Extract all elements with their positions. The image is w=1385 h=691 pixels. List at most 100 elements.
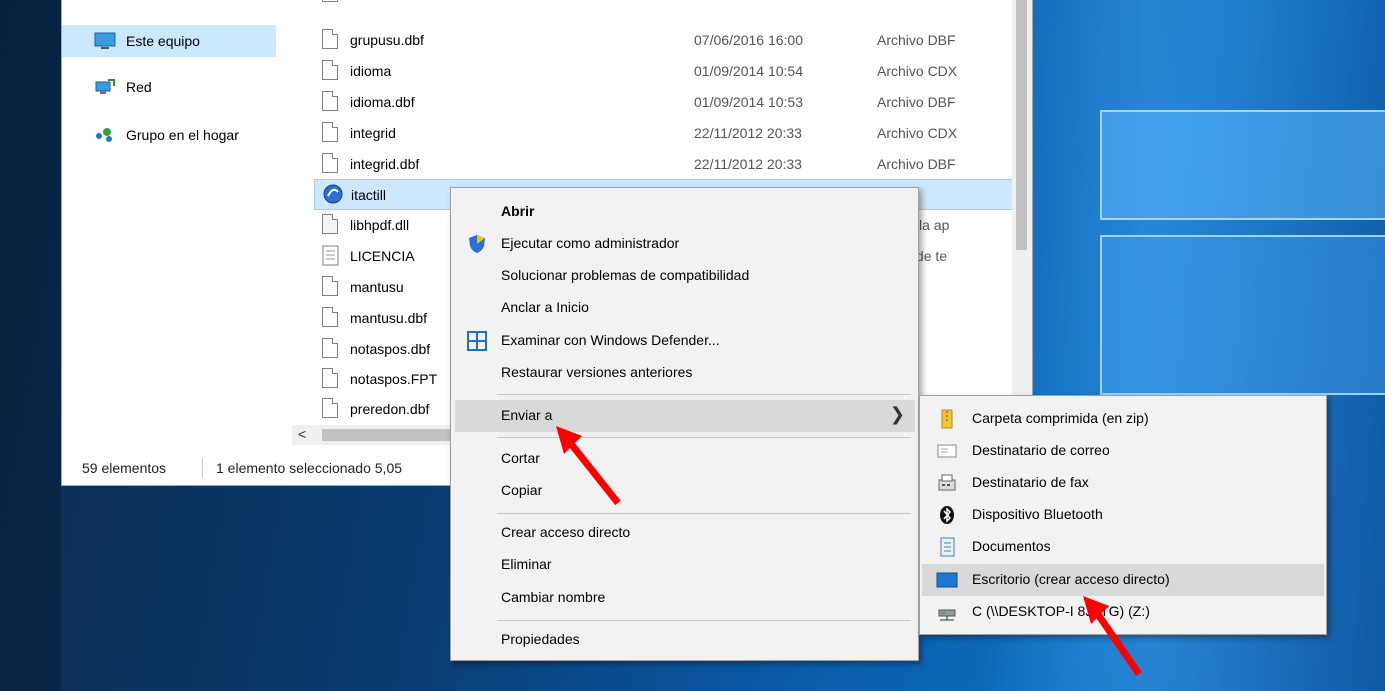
menu-separator <box>497 394 911 395</box>
bluetooth-icon <box>936 505 958 525</box>
application-icon <box>323 184 343 206</box>
menu-item-label: Anclar a Inicio <box>501 299 589 315</box>
nav-item-label: Grupo en el hogar <box>126 127 239 143</box>
nav-item-red[interactable]: Red <box>62 71 276 103</box>
submenu-item-label: Documentos <box>972 538 1051 554</box>
menu-item-pin-start[interactable]: Anclar a Inicio <box>455 292 915 324</box>
menu-item-copiar[interactable]: Copiar <box>455 475 915 507</box>
menu-item-create-shortcut[interactable]: Crear acceso directo <box>455 517 915 549</box>
nav-item-este-equipo[interactable]: Este equipo <box>62 25 276 57</box>
file-date: 22/11/2012 20:33 <box>694 156 802 172</box>
desktop-icon <box>936 570 958 590</box>
chevron-right-icon: ❯ <box>889 404 905 424</box>
file-name: notaspos.dbf <box>350 341 431 357</box>
menu-item-properties[interactable]: Propiedades <box>455 624 915 656</box>
menu-item-compatibility[interactable]: Solucionar problemas de compatibilidad <box>455 260 915 292</box>
menu-item-label: Abrir <box>501 203 535 219</box>
file-date: 07/06/2016 16:00 <box>694 32 803 48</box>
file-date: 22/11/2012 20:33 <box>694 125 802 141</box>
file-date: 01/09/2014 10:53 <box>694 94 803 110</box>
document-icon <box>322 368 340 390</box>
submenu-item-mail[interactable]: Destinatario de correo <box>922 435 1324 467</box>
monitor-icon <box>94 32 116 50</box>
file-name: libhpdf.dll <box>350 217 410 233</box>
document-icon <box>322 122 340 144</box>
annotation-arrow-icon <box>556 426 621 506</box>
submenu-item-label: Destinatario de fax <box>972 474 1089 490</box>
text-icon <box>322 245 340 267</box>
vertical-scrollbar[interactable] <box>1012 0 1032 425</box>
file-name: idioma.dbf <box>350 94 415 110</box>
submenu-item-documents[interactable]: Documentos <box>922 531 1324 563</box>
file-type: Archivo CDX <box>877 63 958 79</box>
homegroup-icon <box>94 126 116 144</box>
context-menu: Abrir Ejecutar como administrador Soluci… <box>450 187 919 661</box>
document-icon <box>322 91 340 113</box>
file-row[interactable]: idioma 01/09/2014 10:54 Archivo CDX <box>314 56 1014 87</box>
menu-item-cortar[interactable]: Cortar <box>455 443 915 475</box>
submenu-item-bluetooth[interactable]: Dispositivo Bluetooth <box>922 499 1324 531</box>
windows-defender-icon <box>467 331 487 351</box>
selection-info: 1 elemento seleccionado 5,05 <box>216 460 403 476</box>
annotation-arrow-icon <box>1083 596 1142 676</box>
file-row[interactable]: idioma.dbf 01/09/2014 10:53 Archivo DBF <box>314 87 1014 118</box>
dll-icon <box>322 214 340 236</box>
menu-item-label: Propiedades <box>501 631 580 647</box>
file-name: integrid.dbf <box>350 156 420 172</box>
scroll-left-icon[interactable]: < <box>298 426 306 442</box>
item-count: 59 elementos <box>82 460 167 476</box>
uac-shield-icon <box>467 234 487 254</box>
file-row[interactable]: integrid.dbf 22/11/2012 20:33 Archivo DB… <box>314 149 1014 180</box>
menu-item-label: Crear acceso directo <box>501 524 631 540</box>
mail-recipient-icon <box>936 441 958 461</box>
menu-item-defender-scan[interactable]: Examinar con Windows Defender... <box>455 325 915 357</box>
menu-item-label: Eliminar <box>501 556 552 572</box>
file-type: Archivo DBF <box>877 156 956 172</box>
file-type: Archivo CDX <box>877 125 958 141</box>
file-name: grupusu.dbf <box>350 32 424 48</box>
menu-item-run-as-admin[interactable]: Ejecutar como administrador <box>455 228 915 260</box>
menu-separator <box>497 513 911 514</box>
menu-item-label: Ejecutar como administrador <box>501 235 680 251</box>
menu-item-restore-versions[interactable]: Restaurar versiones anteriores <box>455 357 915 389</box>
file-type: Archivo DBF <box>877 94 956 110</box>
file-type: Archivo DBF <box>877 32 956 48</box>
menu-item-label: Cambiar nombre <box>501 589 606 605</box>
menu-item-rename[interactable]: Cambiar nombre <box>455 582 915 614</box>
status-separator <box>202 458 203 478</box>
menu-item-label: Restaurar versiones anteriores <box>501 364 693 380</box>
fax-icon <box>936 473 958 493</box>
file-name: integrid <box>350 125 396 141</box>
document-icon <box>322 153 340 175</box>
network-icon <box>94 78 116 96</box>
file-row-partial[interactable] <box>314 0 1014 11</box>
menu-item-label: Enviar a <box>501 407 553 423</box>
document-icon <box>322 307 340 329</box>
nav-item-label: Este equipo <box>126 33 200 49</box>
menu-item-eliminar[interactable]: Eliminar <box>455 549 915 581</box>
submenu-item-label: Destinatario de correo <box>972 442 1110 458</box>
file-name: preredon.dbf <box>350 401 430 417</box>
file-date: 01/09/2014 10:54 <box>694 63 803 79</box>
file-row[interactable]: integrid 22/11/2012 20:33 Archivo CDX <box>314 118 1014 149</box>
file-name: mantusu <box>350 279 404 295</box>
submenu-item-fax[interactable]: Destinatario de fax <box>922 467 1324 499</box>
submenu-item-zip[interactable]: Carpeta comprimida (en zip) <box>922 403 1324 435</box>
file-name: mantusu.dbf <box>350 310 428 326</box>
scrollbar-thumb[interactable] <box>1016 0 1027 250</box>
file-name: LICENCIA <box>350 248 415 264</box>
menu-item-label: Cortar <box>501 450 540 466</box>
file-row[interactable]: grupusu.dbf 07/06/2016 16:00 Archivo DBF <box>314 25 1014 56</box>
menu-item-label: Solucionar problemas de compatibilidad <box>501 267 750 283</box>
menu-item-label: Examinar con Windows Defender... <box>501 332 720 348</box>
menu-item-enviar-a[interactable]: Enviar a ❯ <box>455 400 915 432</box>
nav-item-grupo-hogar[interactable]: Grupo en el hogar <box>62 119 276 151</box>
document-icon <box>322 338 340 360</box>
document-icon <box>322 29 340 51</box>
windows-logo-wallpaper <box>1040 10 1385 430</box>
navigation-pane: Este equipo Red Grupo en el hogar <box>62 0 290 448</box>
network-drive-icon <box>936 602 958 622</box>
menu-separator <box>497 620 911 621</box>
logo-pane <box>1100 235 1385 395</box>
menu-item-abrir[interactable]: Abrir <box>455 196 915 228</box>
